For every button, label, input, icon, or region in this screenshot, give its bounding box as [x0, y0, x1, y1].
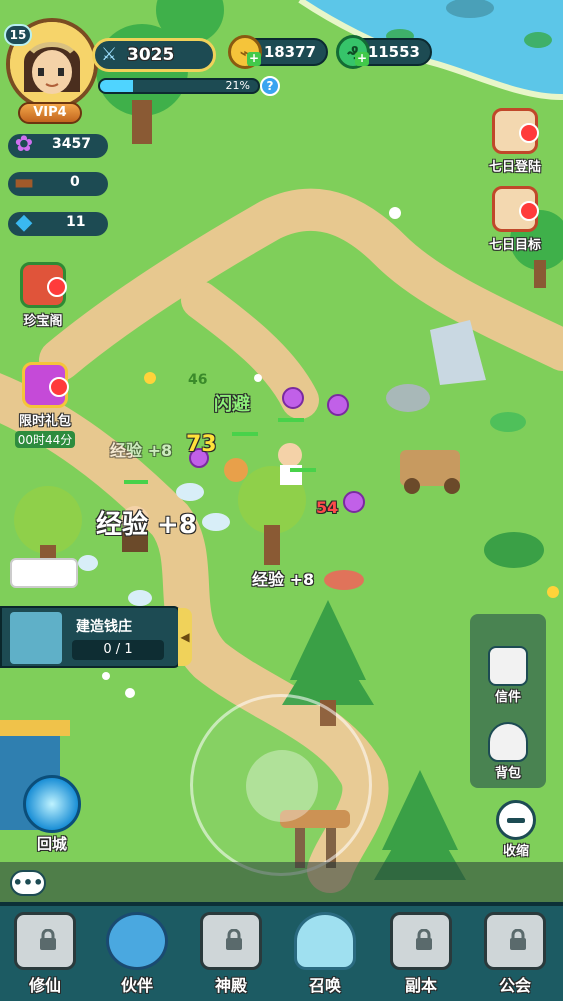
lock-icon — [226, 929, 242, 950]
coin-icon: ⌁ + — [228, 35, 262, 69]
crystal-resource: ◆ 11 — [8, 210, 108, 236]
damage-73-text: 73 — [186, 432, 217, 457]
build-task-progress: 0 / 1 — [72, 640, 164, 660]
combat-power-bar: ⚔ 3025 — [92, 38, 216, 72]
notification-dot — [519, 123, 539, 143]
experience-bar: 21% — [98, 78, 260, 94]
experience-fill — [100, 80, 134, 92]
bank-building-icon — [10, 612, 62, 664]
spirit-value: 3457 — [52, 136, 91, 152]
lock-icon — [40, 929, 56, 950]
build-task-title: 建造钱庄 — [76, 619, 132, 635]
seven-day-login-button[interactable]: 七日登陆 — [484, 108, 546, 175]
jade-value: 11553 — [367, 43, 420, 61]
damage-54-text: 54 — [316, 498, 339, 517]
crossed-swords-icon: ⚔ — [101, 44, 118, 65]
collapse-label: 收缩 — [502, 844, 529, 859]
build-task-panel[interactable]: 建造钱庄 0 / 1 ◀ — [0, 606, 192, 668]
limited-gift-label: 限时礼包 — [18, 414, 71, 429]
notification-dot — [519, 201, 539, 221]
add-coins-icon[interactable]: + — [247, 52, 261, 66]
seven-day-login-label: 七日登陆 — [488, 160, 541, 175]
damage-46-text: 46 — [188, 372, 208, 388]
return-city-label: 回城 — [36, 835, 67, 853]
nav-label: 召唤 — [308, 976, 341, 995]
wood-log-icon: ▬ — [13, 170, 35, 195]
nav-cultivation[interactable]: 修仙 — [0, 912, 90, 1000]
bag-button[interactable]: 背包 — [470, 722, 546, 781]
spirit-resource: ✿ 3457 — [8, 132, 108, 158]
cultivation-scroll-icon — [14, 912, 76, 970]
combat-power-value: 3025 — [127, 45, 175, 65]
wood-resource: ▬ 0 — [8, 170, 108, 196]
notification-dot — [47, 277, 67, 297]
return-city-button[interactable]: 回城 — [20, 775, 84, 854]
companion-portrait-icon — [106, 912, 168, 970]
side-panel: 信件 背包 — [470, 614, 546, 788]
crystal-value: 11 — [66, 214, 86, 230]
gift-timer: 00时44分 — [14, 431, 76, 448]
target-scroll-icon — [492, 186, 539, 232]
mail-button[interactable]: 信件 — [470, 646, 546, 705]
virtual-joystick[interactable] — [190, 694, 372, 876]
exp-gain-big-text: 经验 +8 — [96, 510, 197, 540]
exp-gain-small-text: 经验 +8 — [110, 441, 173, 460]
portal-icon — [23, 775, 81, 833]
mail-label: 信件 — [494, 690, 521, 705]
vip-badge[interactable]: VIP4 — [18, 102, 82, 124]
spirit-flame-icon: ✿ — [14, 132, 34, 157]
nav-label: 公会 — [498, 976, 531, 995]
nav-summon[interactable]: 召唤 — [280, 912, 370, 1000]
seven-day-goal-button[interactable]: 七日目标 — [484, 186, 546, 253]
summon-spirit-icon — [294, 912, 356, 970]
lock-icon — [416, 929, 432, 950]
player-level-badge: 15 — [4, 24, 32, 46]
jade-icon: ₰ + — [336, 35, 370, 69]
bag-icon — [488, 722, 528, 762]
coin-value: 18377 — [263, 43, 316, 61]
collapse-button[interactable]: 收缩 — [492, 800, 540, 859]
nav-temple[interactable]: 神殿 — [186, 912, 276, 1000]
seven-day-goal-label: 七日目标 — [488, 238, 541, 253]
limited-gift-button[interactable]: 限时礼包 00时44分 — [10, 362, 80, 448]
bottom-navigation: 修仙 伙伴 神殿 召唤 副本 公会 — [0, 902, 563, 1001]
jade-counter[interactable]: ₰ + 11553 — [336, 35, 432, 69]
help-icon[interactable]: ? — [260, 76, 280, 96]
name-tag — [10, 558, 78, 588]
dungeon-scroll-icon — [390, 912, 452, 970]
guild-hall-icon — [484, 912, 546, 970]
temple-icon — [200, 912, 262, 970]
mail-icon — [488, 646, 528, 686]
nav-label: 修仙 — [28, 976, 61, 995]
coin-counter[interactable]: ⌁ + 18377 — [228, 35, 328, 69]
collapse-arrow-icon[interactable]: ◀ — [178, 608, 192, 666]
nav-label: 伙伴 — [120, 976, 153, 995]
exp-gain-text: 经验 +8 — [252, 570, 315, 589]
gift-box-icon — [22, 362, 69, 408]
joystick-knob[interactable] — [246, 750, 318, 822]
wood-value: 0 — [70, 174, 80, 190]
chat-strip[interactable]: ••• — [0, 862, 563, 902]
nav-companion[interactable]: 伙伴 — [92, 912, 182, 1000]
chat-bubble-icon[interactable]: ••• — [10, 870, 46, 896]
minus-icon — [496, 800, 536, 840]
notification-dot — [49, 377, 69, 397]
nav-guild[interactable]: 公会 — [470, 912, 560, 1000]
dodge-text: 闪避 — [214, 394, 250, 415]
lock-icon — [510, 929, 526, 950]
treasure-coin-icon — [20, 262, 67, 308]
nav-label: 神殿 — [214, 976, 247, 995]
experience-percent: 21% — [225, 79, 250, 92]
treasure-pavilion-button[interactable]: 珍宝阁 — [12, 262, 74, 329]
nav-dungeon[interactable]: 副本 — [376, 912, 466, 1000]
scroll-icon — [492, 108, 539, 154]
crystal-icon: ◆ — [15, 210, 33, 235]
bag-label: 背包 — [494, 766, 521, 781]
nav-label: 副本 — [404, 976, 437, 995]
treasure-pavilion-label: 珍宝阁 — [23, 314, 63, 329]
